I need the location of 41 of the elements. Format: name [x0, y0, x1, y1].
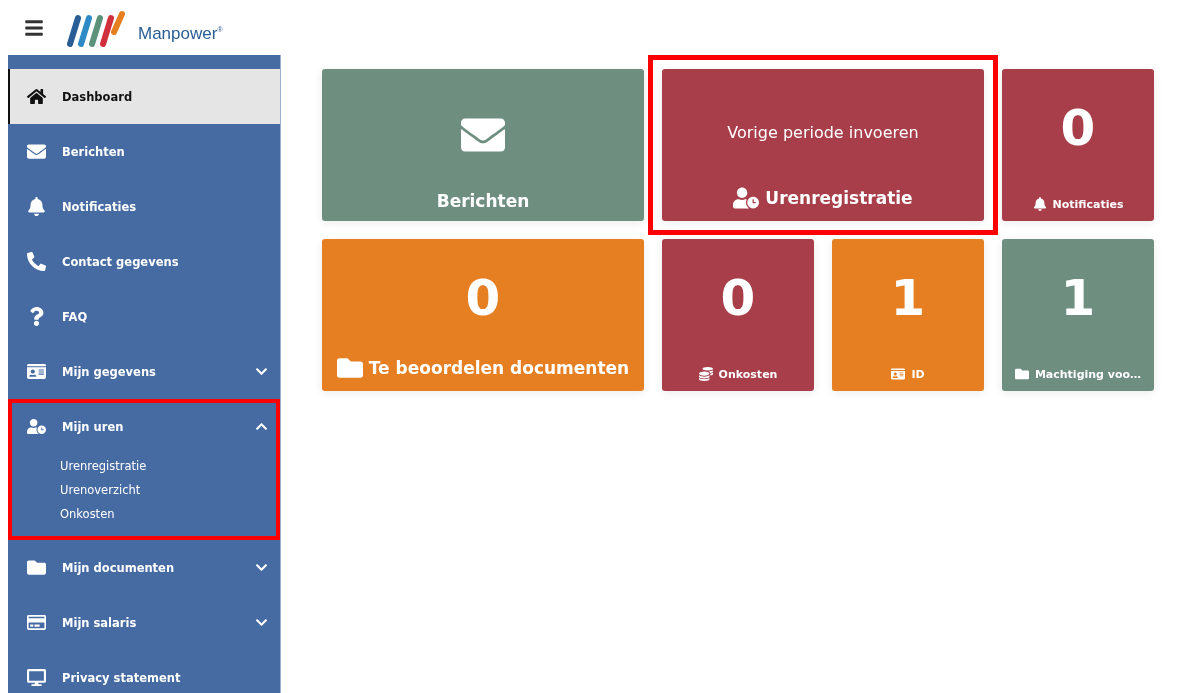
tile-label: Urenregistratie [765, 188, 913, 208]
id-card-icon [891, 367, 906, 381]
dashboard-tile[interactable]: 0 Te beoordelen documenten [322, 239, 644, 391]
tile-label: Te beoordelen documenten [368, 358, 630, 378]
submenu-item[interactable]: Urenregistratie [60, 454, 147, 478]
tile-label: ID [911, 367, 925, 381]
sidebar-item[interactable]: Mijn documenten [8, 540, 280, 595]
tile-count: 1 [890, 273, 926, 323]
tile-count: 1 [1060, 273, 1096, 323]
sidebar-item[interactable]: Mijn gegevens [8, 344, 280, 399]
tile-label: Notificaties [1052, 197, 1124, 211]
user-clock-icon [733, 185, 760, 211]
sidebar-item[interactable]: Privacy statement [8, 650, 280, 693]
submenu-item[interactable]: Urenoverzicht [60, 478, 141, 502]
folder-icon [336, 355, 363, 381]
sidebar-item[interactable]: FAQ [8, 289, 280, 344]
coins-icon [698, 367, 713, 381]
dashboard-tile[interactable]: 0 Notificaties [1002, 69, 1154, 221]
tile-label: Machtiging voo… [1034, 367, 1142, 381]
submenu-item[interactable]: Onkosten [60, 502, 115, 526]
dashboard-tile[interactable]: Berichten [322, 69, 644, 221]
bell-icon [1032, 197, 1047, 211]
dashboard-tile[interactable]: 1 ID [832, 239, 984, 391]
dashboard-tile[interactable]: Vorige periode invoeren Urenregistratie [662, 69, 984, 221]
sidebar-item[interactable]: Contact gegevens [8, 234, 280, 289]
tile-count: 0 [720, 273, 756, 323]
sidebar-item[interactable]: Mijn salaris [8, 595, 280, 650]
tile-count: 0 [1060, 103, 1096, 153]
sidebar-item[interactable]: Dashboard [8, 69, 280, 124]
folder-icon [1014, 367, 1029, 381]
dashboard-tile[interactable]: 0 Onkosten [662, 239, 814, 391]
dashboard-tile[interactable]: 1 Machtiging voo… [1002, 239, 1154, 391]
sidebar-item[interactable]: Berichten [8, 124, 280, 179]
tile-count: 0 [465, 273, 501, 323]
menu-icon[interactable] [24, 17, 44, 38]
sidebar-item[interactable]: Mijn uren [8, 399, 280, 454]
tile-label: Berichten [436, 191, 530, 211]
brand-name: Manpower$^{®}$ [138, 23, 223, 44]
tile-subtitle: Vorige periode invoeren [727, 123, 919, 142]
tile-label: Onkosten [718, 367, 778, 381]
sidebar-item[interactable]: Notificaties [8, 179, 280, 234]
